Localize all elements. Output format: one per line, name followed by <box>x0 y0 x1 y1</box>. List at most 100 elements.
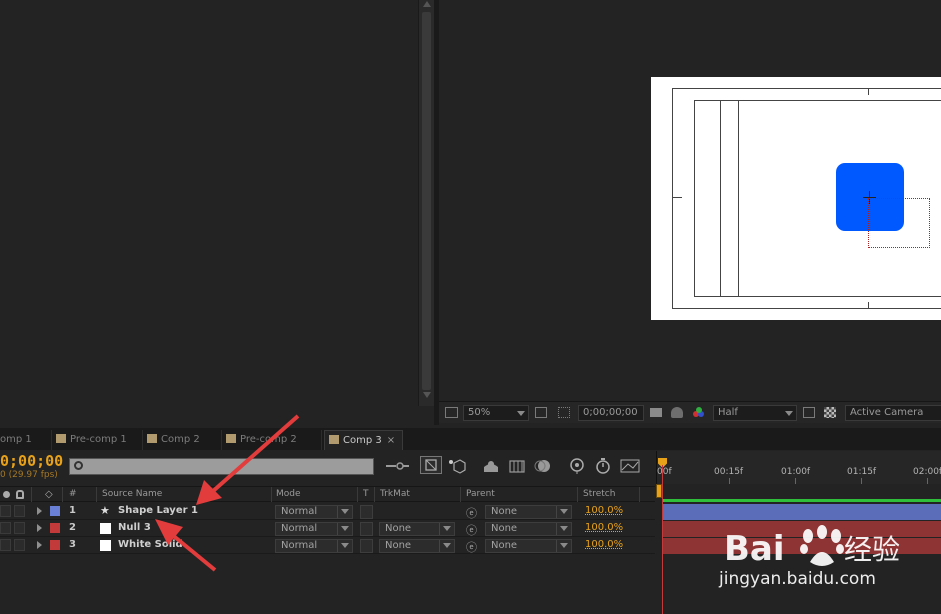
parent-dropdown[interactable]: None <box>485 539 572 553</box>
solo-switch[interactable] <box>0 539 11 551</box>
column-header-source-name[interactable]: Source Name <box>102 489 162 499</box>
trkmat-dropdown[interactable]: None <box>379 539 455 553</box>
layer-number: 2 <box>69 522 76 533</box>
parent-dropdown[interactable]: None <box>485 505 572 519</box>
stretch-value[interactable]: 100.0% <box>585 505 623 516</box>
tab-label: Pre-comp 1 <box>70 434 127 445</box>
chevron-down-icon <box>560 526 568 531</box>
twirl-arrow-icon[interactable] <box>37 524 42 532</box>
mode-dropdown[interactable]: Normal <box>275 505 353 519</box>
column-header-trkmat[interactable]: TrkMat <box>380 489 410 499</box>
twirl-arrow-icon[interactable] <box>37 541 42 549</box>
viewer-timecode: 0;00;00;00 <box>583 407 638 418</box>
mode-dropdown[interactable]: Normal <box>275 522 353 536</box>
scroll-up-icon[interactable] <box>423 1 431 7</box>
brainstorm-icon[interactable] <box>568 458 584 474</box>
mode-value: Normal <box>281 523 318 534</box>
tab-label: Comp 2 <box>161 434 200 445</box>
solid-icon <box>100 540 111 551</box>
frame-line-top <box>672 88 941 89</box>
layer-row[interactable]: 2 Null 3 Normal None ⓔ None 100.0% <box>0 520 655 537</box>
show-snapshot-icon[interactable] <box>671 407 683 418</box>
label-color-swatch[interactable] <box>50 506 60 516</box>
layer-row[interactable]: 3 White Solid Normal None ⓔ None 100.0% <box>0 537 655 554</box>
snapshot-icon[interactable] <box>650 408 662 417</box>
resolution-value: Half <box>718 407 738 418</box>
column-header-mode[interactable]: Mode <box>276 489 301 499</box>
fast-preview-icon[interactable] <box>803 407 815 418</box>
solo-switch[interactable] <box>0 505 11 517</box>
ruler-label: 01:15f <box>847 467 877 477</box>
layer-name[interactable]: Shape Layer 1 <box>118 505 198 516</box>
scrollbar-thumb[interactable] <box>422 12 431 390</box>
trkmat-value: None <box>385 523 412 534</box>
tab-comp-1[interactable]: omp 1 <box>0 430 52 450</box>
frame-blending-icon[interactable] <box>508 458 525 474</box>
watermark-url: jingyan.baidu.com <box>719 569 876 589</box>
label-tag-icon: ◇ <box>45 489 53 500</box>
scroll-down-icon[interactable] <box>423 392 431 398</box>
trkmat-dropdown[interactable]: None <box>379 522 455 536</box>
time-ruler[interactable]: 00f 00:15f 01:00f 01:15f 02:00f <box>656 451 941 484</box>
inner-line-top <box>694 100 941 101</box>
comp-mini-flowchart-icon[interactable] <box>386 458 409 474</box>
safe-zones-icon[interactable] <box>535 407 547 418</box>
pick-whip-icon[interactable]: ⓔ <box>466 539 477 555</box>
motion-blur-icon[interactable] <box>534 458 550 474</box>
pick-whip-icon[interactable]: ⓔ <box>466 505 477 521</box>
star-icon: ★ <box>100 504 110 517</box>
frame-line-left <box>672 88 673 309</box>
mask-visibility-icon[interactable] <box>558 407 570 418</box>
svg-text:Bai: Bai <box>724 529 785 569</box>
current-time-field[interactable]: 0;00;00;00 <box>578 405 644 421</box>
tab-pre-comp-2[interactable]: Pre-comp 2 <box>222 430 322 450</box>
twirl-arrow-icon[interactable] <box>37 507 42 515</box>
null-layer-bounds[interactable] <box>868 198 930 248</box>
tab-comp-2[interactable]: Comp 2 <box>143 430 222 450</box>
layer-name[interactable]: White Solid <box>118 539 183 550</box>
comp-icon <box>56 434 66 443</box>
column-header-num[interactable]: # <box>69 489 77 499</box>
mode-dropdown[interactable]: Normal <box>275 539 353 553</box>
auto-keyframe-icon[interactable] <box>594 458 610 474</box>
column-header-stretch[interactable]: Stretch <box>583 489 615 499</box>
frame-line-bottom <box>672 308 941 309</box>
solo-switch[interactable] <box>0 522 11 534</box>
stretch-value[interactable]: 100.0% <box>585 539 623 550</box>
label-color-swatch[interactable] <box>50 523 60 533</box>
shy-layers-icon[interactable] <box>482 458 498 474</box>
column-header-t[interactable]: T <box>363 489 369 499</box>
label-color-swatch[interactable] <box>50 540 60 550</box>
lock-switch[interactable] <box>14 539 25 551</box>
layer-name[interactable]: Null 3 <box>118 522 151 533</box>
live-update-icon[interactable] <box>420 456 442 474</box>
preserve-transparency-toggle[interactable] <box>360 505 373 519</box>
stretch-value[interactable]: 100.0% <box>585 522 623 533</box>
lock-switch[interactable] <box>14 522 25 534</box>
ruler-label: 00f <box>657 467 672 477</box>
tab-pre-comp-1[interactable]: Pre-comp 1 <box>52 430 143 450</box>
lock-switch[interactable] <box>14 505 25 517</box>
chevron-down-icon <box>517 411 525 416</box>
resolution-dropdown[interactable]: Half <box>713 405 797 421</box>
column-header-parent[interactable]: Parent <box>466 489 495 499</box>
tab-comp-3[interactable]: Comp 3 × <box>324 430 403 450</box>
preserve-transparency-toggle[interactable] <box>360 522 373 536</box>
parent-dropdown[interactable]: None <box>485 522 572 536</box>
region-toggle-icon[interactable] <box>445 407 458 418</box>
timeline-timecode[interactable]: 0;00;00 <box>0 452 63 470</box>
zoom-dropdown[interactable]: 50% <box>463 405 529 421</box>
draft-3d-icon[interactable] <box>448 458 466 474</box>
pick-whip-icon[interactable]: ⓔ <box>466 522 477 538</box>
camera-dropdown[interactable]: Active Camera <box>845 405 941 421</box>
layer-row[interactable]: 1 ★ Shape Layer 1 Normal ⓔ None 100.0% <box>0 503 655 520</box>
close-icon[interactable]: × <box>387 435 395 446</box>
channel-icon[interactable] <box>693 407 705 419</box>
transparency-grid-icon[interactable] <box>824 407 836 418</box>
null-icon <box>100 523 111 534</box>
preserve-transparency-toggle[interactable] <box>360 539 373 553</box>
graph-editor-icon[interactable] <box>620 458 640 474</box>
vertical-scrollbar[interactable] <box>418 0 434 406</box>
layer-search-input[interactable] <box>69 458 374 475</box>
work-area-bar[interactable] <box>663 499 941 502</box>
